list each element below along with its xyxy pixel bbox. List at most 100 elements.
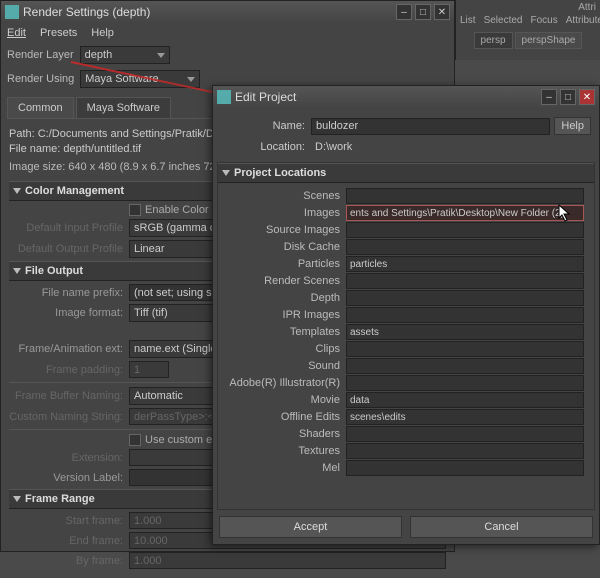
tab-maya-software[interactable]: Maya Software [76,97,171,118]
maximize-button[interactable]: □ [560,89,576,105]
tab-common[interactable]: Common [7,97,74,118]
project-name-field[interactable]: buldozer [311,118,550,135]
project-location-label: IPR Images [220,309,346,321]
project-location-label: Render Scenes [220,275,346,287]
render-titlebar: Render Settings (depth) – □ ✕ [1,1,454,23]
render-layer-dropdown[interactable]: depth [80,46,170,64]
maximize-button[interactable]: □ [415,4,431,20]
triangle-down-icon [13,268,21,274]
project-name-label: Name: [221,120,311,132]
tab-persp[interactable]: persp [474,32,513,49]
project-location-row: Particlesparticles [220,256,592,272]
project-location-field[interactable] [346,290,584,306]
maya-icon [5,5,19,19]
project-location-field[interactable]: scenes\edits [346,409,584,425]
project-location-field[interactable] [346,307,584,323]
project-location-label: Particles [220,258,346,270]
project-location-label: Shaders [220,428,346,440]
cancel-button[interactable]: Cancel [410,516,593,538]
project-location-field[interactable]: assets [346,324,584,340]
edit-project-window: Edit Project – □ ✕ Name: buldozer Help L… [212,85,600,545]
by-frame-field[interactable]: 1.000 [129,552,446,569]
triangle-down-icon [13,188,21,194]
project-location-label: Scenes [220,190,346,202]
project-location-field[interactable] [346,188,584,204]
project-location-field[interactable] [346,222,584,238]
attr-title: Attri [460,2,596,13]
use-custom-ext-checkbox[interactable] [129,434,141,446]
menu-focus[interactable]: Focus [530,15,557,26]
menu-edit[interactable]: Edit [7,27,26,39]
project-location-field[interactable] [346,341,584,357]
menu-help[interactable]: Help [91,27,114,39]
project-location-label: Adobe(R) Illustrator(R) [220,377,346,389]
triangle-down-icon [13,496,21,502]
project-location-label: Textures [220,445,346,457]
project-location-row: Disk Cache [220,239,592,255]
default-input-profile-label: Default Input Profile [9,222,129,234]
project-location-label: Offline Edits [220,411,346,423]
tab-perspshape[interactable]: perspShape [515,32,583,49]
start-frame-label: Start frame: [9,515,129,527]
project-location-row: Textures [220,443,592,459]
enable-color-checkbox[interactable] [129,204,141,216]
project-location-field[interactable] [346,273,584,289]
close-button[interactable]: ✕ [579,89,595,105]
frame-ext-label: Frame/Animation ext: [9,343,129,355]
accept-button[interactable]: Accept [219,516,402,538]
custom-naming-label: Custom Naming String: [9,411,129,423]
project-location-row: Clips [220,341,592,357]
help-button[interactable]: Help [554,117,591,135]
project-location-field[interactable]: particles [346,256,584,272]
project-location-label: Templates [220,326,346,338]
menu-selected[interactable]: Selected [484,15,523,26]
minimize-button[interactable]: – [541,89,557,105]
section-project-locations[interactable]: Project Locations [218,163,594,183]
project-location-row: Adobe(R) Illustrator(R) [220,375,592,391]
attribute-panel: Attri List Selected Focus Attributes per… [455,0,600,60]
render-using-dropdown[interactable]: Maya Software [80,70,200,88]
project-location-label: Sound [220,360,346,372]
minimize-button[interactable]: – [396,4,412,20]
project-location-row: Scenes [220,188,592,204]
render-menubar: Edit Presets Help [1,23,454,43]
project-location-label: Source Images [220,224,346,236]
file-name-prefix-label: File name prefix: [9,287,129,299]
version-label-label: Version Label: [9,472,129,484]
project-location-label: Disk Cache [220,241,346,253]
menu-presets[interactable]: Presets [40,27,77,39]
menu-attributes[interactable]: Attributes [566,15,600,26]
project-locations-scroll[interactable]: Project Locations Scenes Imagesents and S… [217,162,595,510]
project-location-label: Images [220,207,346,219]
frame-buffer-naming-label: Frame Buffer Naming: [9,390,129,402]
project-location-row: Depth [220,290,592,306]
project-titlebar: Edit Project – □ ✕ [213,86,599,108]
project-location-value: D:\work [311,138,591,155]
project-location-row: IPR Images [220,307,592,323]
project-location-field[interactable]: data [346,392,584,408]
project-location-field[interactable] [346,239,584,255]
project-location-row: Imagesents and Settings\Pratik\Desktop\N… [220,205,592,221]
project-location-field[interactable] [346,443,584,459]
project-location-row: Templatesassets [220,324,592,340]
project-location-field[interactable] [346,358,584,374]
close-button[interactable]: ✕ [434,4,450,20]
project-location-row: Render Scenes [220,273,592,289]
project-location-field[interactable]: ents and Settings\Pratik\Desktop\New Fol… [346,205,584,221]
triangle-down-icon [222,170,230,176]
menu-list[interactable]: List [460,15,476,26]
window-title: Edit Project [235,90,296,104]
project-location-label: Clips [220,343,346,355]
image-format-label: Image format: [9,307,129,319]
frame-padding-field[interactable]: 1 [129,361,169,378]
default-output-profile-label: Default Output Profile [9,243,129,255]
project-location-label: Location: [221,141,311,153]
project-location-label: Mel [220,462,346,474]
project-location-field[interactable] [346,426,584,442]
project-location-row: Moviedata [220,392,592,408]
window-title: Render Settings (depth) [23,5,150,19]
by-frame-label: By frame: [9,555,129,567]
project-location-field[interactable] [346,375,584,391]
project-location-field[interactable] [346,460,584,476]
project-location-label: Movie [220,394,346,406]
